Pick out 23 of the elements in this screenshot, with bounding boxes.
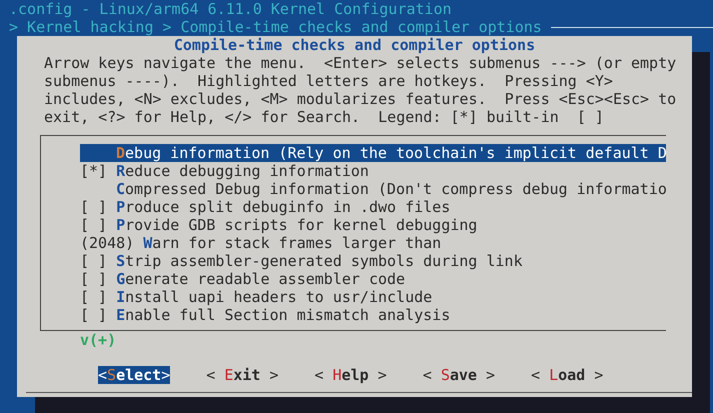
more-indicator: v(+) (80, 331, 118, 349)
menu-item[interactable]: [*] Reduce debugging information (80, 162, 666, 180)
menu-item[interactable]: [ ] Provide GDB scripts for kernel debugging (80, 216, 666, 234)
menu-item[interactable]: [ ] Generate readable assembler code (80, 270, 666, 288)
help-text: includes, <N> excludes, <M> modularizes features. Press <Esc><Esc> to (44, 90, 678, 108)
menu-item[interactable]: [ ] Strip assembler-generated symbols during link (80, 252, 666, 270)
menu-button[interactable]: < Save > (422, 366, 495, 384)
menu-item[interactable]: [ ] Produce split debuginfo in .dwo files (80, 198, 666, 216)
menu-item[interactable]: [ ] Enable full Section mismatch analysis (80, 306, 666, 324)
breadcrumb: > Kernel hacking > Compile-time checks and compiler options (9, 18, 542, 36)
menu-item[interactable]: [ ] Install uapi headers to usr/include (80, 288, 666, 306)
menu-button[interactable]: < Exit > (206, 366, 278, 384)
help-text: exit, <?> for Help, </> for Search. Legend: [*] built-in [ ] (44, 108, 605, 126)
help-text: Arrow keys navigate the menu. <Enter> selects submenus ---> (or empty (44, 54, 678, 72)
menu-item[interactable]: (2048) Warn for stack frames larger than (80, 234, 666, 252)
menu-button[interactable]: < Help > (314, 366, 387, 384)
menu-item[interactable]: Debug information (Rely on the toolchain's implicit default D (80, 144, 666, 162)
menu-button[interactable]: <Select> (98, 366, 170, 384)
menu-item[interactable]: Compressed Debug information (Don't compress debug informatio (80, 180, 666, 198)
dialog-title: Compile-time checks and compiler options (172, 36, 536, 54)
window-title: .config - Linux/arm64 6.11.0 Kernel Configuration (8, 0, 453, 18)
help-text: submenus ----). Highlighted letters are hotkeys. Pressing <Y> (44, 72, 614, 90)
menu-button[interactable]: < Load > (531, 366, 604, 384)
